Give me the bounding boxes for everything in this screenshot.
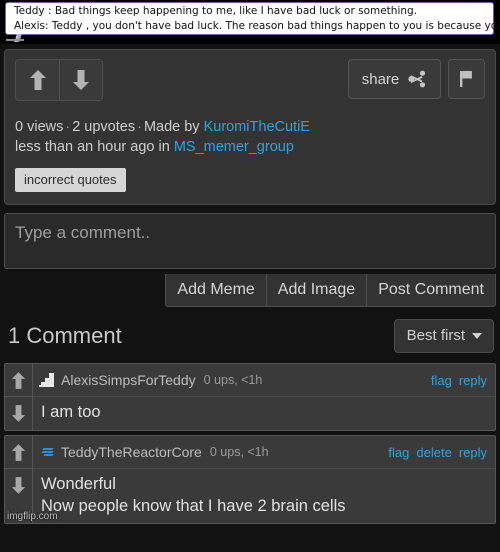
flag-button[interactable] (448, 59, 485, 99)
arrow-up-icon (11, 443, 26, 461)
comment-stats: 0 ups, <1h (209, 445, 269, 459)
comment-delete-link[interactable]: delete (416, 445, 451, 460)
comment-actions: flag delete reply (388, 445, 487, 460)
author-link[interactable]: KuromiTheCutiE (204, 119, 310, 135)
arrow-up-icon (29, 70, 46, 90)
comment-actions: flag reply (431, 373, 487, 388)
share-icon (408, 70, 426, 88)
tag-chip-incorrect-quotes[interactable]: incorrect quotes (15, 168, 126, 192)
made-by-label: Made by (143, 119, 200, 135)
upvote-button[interactable] (16, 60, 59, 100)
comment-vote-column (5, 436, 33, 523)
comment-item: AlexisSimpsForTeddy 0 ups, <1h flag repl… (4, 363, 496, 431)
comment-downvote-button[interactable] (5, 397, 32, 430)
share-group: share (348, 59, 485, 99)
comment-username[interactable]: TeddyTheReactorCore (61, 444, 202, 460)
chat-bubble-tail-icon (6, 34, 26, 42)
post-meta-line-2: less than an hour ago in MS_memer_group (15, 137, 485, 157)
comment-text-line: Now people know that I have 2 brain cell… (41, 497, 346, 515)
comment-text-line: Wonderful (41, 475, 116, 493)
comment-body: TeddyTheReactorCore 0 ups, <1h flag dele… (33, 436, 495, 523)
share-button-label: share (361, 70, 400, 88)
flag-icon (460, 71, 472, 87)
comment-upvote-button[interactable] (5, 364, 32, 397)
comment-header: TeddyTheReactorCore 0 ups, <1h flag dele… (33, 436, 495, 469)
comment-sort-label: Best first (406, 327, 465, 344)
comment-vote-column (5, 364, 33, 430)
comment-reply-link[interactable]: reply (459, 445, 487, 460)
comment-compose: Add Meme Add Image Post Comment (4, 213, 496, 307)
post-meta-panel: share 0 views · 2 upvotes · Made by Kuro… (4, 49, 496, 205)
arrow-down-icon (11, 477, 26, 494)
meta-separator-2: · (137, 119, 142, 135)
imgflip-watermark: imgflip.com (7, 511, 58, 522)
compose-button-row: Add Meme Add Image Post Comment (4, 274, 496, 307)
comments-header: 1 Comment Best first (0, 307, 500, 363)
vote-group (15, 59, 103, 101)
arrow-down-icon (11, 405, 26, 422)
meme-text-line-2: Alexis: Teddy , you don't have bad luck.… (14, 20, 500, 32)
post-action-bar: share (15, 59, 485, 101)
comment-upvote-button[interactable] (5, 436, 32, 469)
downvote-button[interactable] (59, 60, 102, 100)
comment-body: AlexisSimpsForTeddy 0 ups, <1h flag repl… (33, 364, 495, 430)
tag-row: incorrect quotes (15, 168, 485, 192)
meme-image: Teddy : Bad things keep happening to me,… (0, 0, 500, 44)
post-comment-button[interactable]: Post Comment (367, 274, 496, 307)
comment-text-line: I am too (41, 403, 101, 421)
comment-downvote-button[interactable] (5, 469, 32, 502)
comment-text: Wonderful Now people know that I have 2 … (33, 469, 495, 523)
comment-stats: 0 ups, <1h (203, 373, 263, 387)
comment-username[interactable]: AlexisSimpsForTeddy (61, 372, 196, 388)
meta-separator-1: · (65, 119, 71, 135)
chat-bubble: Teddy : Bad things keep happening to me,… (5, 2, 500, 35)
comment-reply-link[interactable]: reply (459, 373, 487, 388)
comment-sort-dropdown[interactable]: Best first (393, 319, 494, 353)
add-image-button[interactable]: Add Image (266, 274, 368, 307)
comment-header: AlexisSimpsForTeddy 0 ups, <1h flag repl… (33, 364, 495, 397)
post-meta-line-1: 0 views · 2 upvotes · Made by KuromiTheCutiE (15, 117, 485, 137)
post-page: share 0 views · 2 upvotes · Made by Kuro… (0, 49, 500, 524)
comments-count-title: 1 Comment (8, 323, 122, 348)
comment-flag-link[interactable]: flag (431, 373, 452, 388)
views-count: 0 views (15, 119, 64, 135)
post-meta-text: 0 views · 2 upvotes · Made by KuromiTheCutiE… (15, 117, 485, 157)
chevron-down-icon (472, 332, 482, 339)
avatar-pixel-a-icon (39, 371, 57, 389)
comment-item: TeddyTheReactorCore 0 ups, <1h flag dele… (4, 435, 496, 524)
arrow-up-icon (11, 371, 26, 389)
comment-input[interactable] (4, 213, 496, 269)
avatar-blue-s-icon (39, 443, 57, 461)
meme-text-line-1: Teddy : Bad things keep happening to me,… (14, 5, 418, 17)
add-meme-button[interactable]: Add Meme (165, 274, 267, 307)
comment-text: I am too (33, 397, 495, 429)
stream-link[interactable]: MS_memer_group (174, 139, 294, 155)
arrow-down-icon (73, 70, 89, 90)
comment-flag-link[interactable]: flag (388, 445, 409, 460)
post-time-label: less than an hour ago in (15, 139, 170, 155)
upvotes-count: 2 upvotes (72, 119, 136, 135)
share-button[interactable]: share (348, 59, 441, 99)
